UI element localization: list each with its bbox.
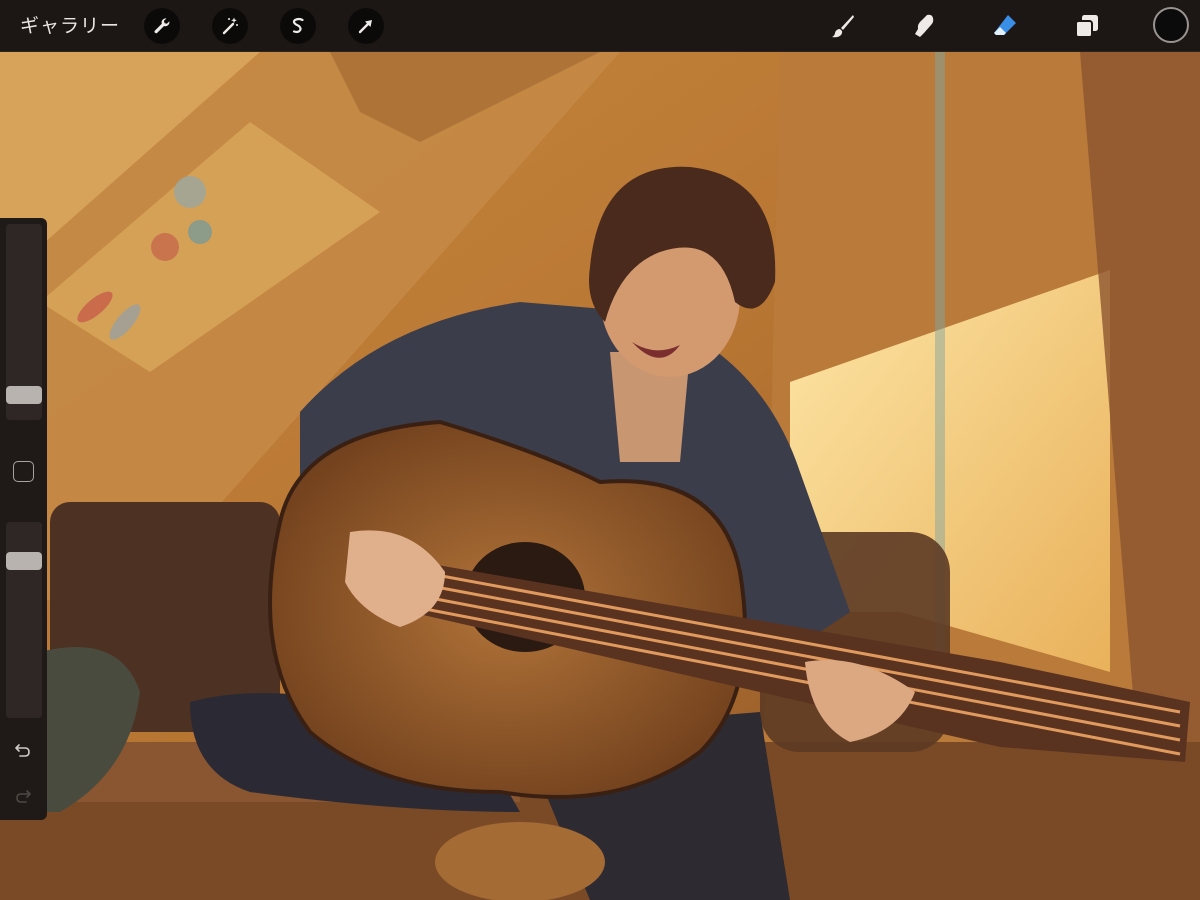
eraser-icon [994,15,1016,35]
smudge-finger-icon [915,14,934,38]
modify-button[interactable] [13,461,34,482]
left-sidebar [0,218,47,820]
top-toolbar: ギャラリー [0,0,1200,52]
artwork-illustration [0,52,1200,900]
wrench-icon [154,18,170,34]
brush-icon [832,15,854,38]
opacity-slider[interactable] [6,522,42,718]
brush-button[interactable] [825,8,861,44]
redo-arrow-icon [16,790,31,803]
selection-s-icon [292,17,304,34]
gallery-button[interactable]: ギャラリー [20,12,120,40]
color-picker-button[interactable] [1153,7,1189,43]
selection-button[interactable] [280,8,316,44]
brush-size-slider[interactable] [6,224,42,420]
smudge-button[interactable] [906,8,942,44]
undo-button[interactable] [11,738,35,762]
opacity-slider-thumb[interactable] [6,552,42,571]
transform-button[interactable] [348,8,384,44]
arrow-cursor-icon [358,20,372,34]
magic-wand-icon [222,17,238,35]
adjustments-button[interactable] [212,8,248,44]
undo-arrow-icon [15,744,30,757]
eraser-button[interactable] [987,8,1023,44]
redo-button[interactable] [11,784,35,808]
actions-button[interactable] [144,8,180,44]
drawing-canvas[interactable] [0,52,1200,900]
layers-button[interactable] [1069,8,1105,44]
brush-size-slider-thumb[interactable] [6,385,42,404]
layers-icon [1075,15,1098,38]
